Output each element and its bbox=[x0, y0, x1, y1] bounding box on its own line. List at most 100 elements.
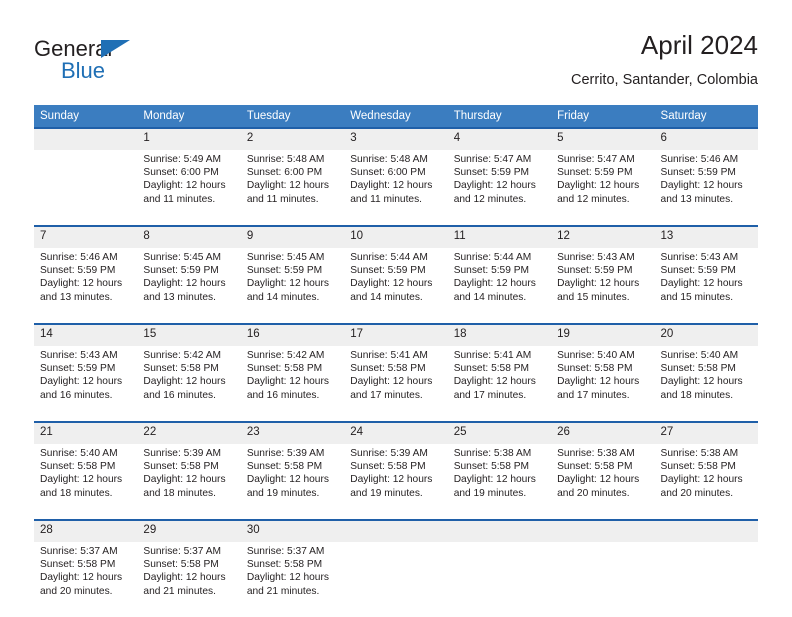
day-number[interactable]: 4 bbox=[447, 129, 552, 150]
day-cell: Sunrise: 5:37 AM Sunset: 5:58 PM Daylight:… bbox=[240, 542, 345, 617]
daylight-duration-line1: Daylight: 12 hours bbox=[40, 572, 123, 584]
daylight-duration-line2: and 21 minutes. bbox=[143, 585, 216, 597]
day-cell: Sunrise: 5:39 AM Sunset: 5:58 PM Daylight:… bbox=[137, 444, 241, 519]
daylight-duration-line1: Daylight: 12 hours bbox=[557, 376, 640, 388]
day-number[interactable]: 12 bbox=[551, 227, 655, 248]
day-cell: Sunrise: 5:44 AM Sunset: 5:59 PM Daylight:… bbox=[344, 248, 448, 323]
daylight-duration-line2: and 12 minutes. bbox=[453, 193, 527, 205]
daylight-duration-line1: Daylight: 12 hours bbox=[660, 180, 743, 192]
daylight-duration-line2: and 19 minutes. bbox=[246, 487, 320, 499]
daylight-duration-line2: and 20 minutes. bbox=[660, 487, 734, 499]
daylight-duration-line2: and 13 minutes. bbox=[143, 291, 216, 303]
day-number[interactable]: 1 bbox=[137, 129, 241, 150]
day-number[interactable]: 30 bbox=[240, 521, 345, 542]
page-title: April 2024 bbox=[640, 30, 758, 60]
sunset-time: Sunset: 5:58 PM bbox=[557, 461, 633, 473]
daylight-duration-line2: and 18 minutes. bbox=[660, 389, 734, 401]
week-daynumber-row: 14 15 16 17 18 19 20 bbox=[34, 325, 758, 346]
location-subtitle: Cerrito, Santander, Colombia bbox=[571, 72, 758, 88]
daylight-duration-line2: and 14 minutes. bbox=[453, 291, 527, 303]
day-number-empty bbox=[654, 521, 758, 542]
day-number[interactable]: 7 bbox=[34, 227, 138, 248]
day-number[interactable]: 13 bbox=[654, 227, 758, 248]
day-number[interactable]: 26 bbox=[551, 423, 655, 444]
day-number-empty bbox=[344, 521, 448, 542]
sunset-time: Sunset: 5:58 PM bbox=[246, 461, 323, 473]
day-number[interactable]: 19 bbox=[551, 325, 655, 346]
day-number[interactable]: 18 bbox=[447, 325, 552, 346]
sunset-time: Sunset: 5:59 PM bbox=[557, 265, 633, 277]
day-cell-empty bbox=[344, 542, 448, 617]
daylight-duration-line1: Daylight: 12 hours bbox=[453, 180, 536, 192]
day-cell: Sunrise: 5:38 AM Sunset: 5:58 PM Daylight:… bbox=[447, 444, 552, 519]
day-cell: Sunrise: 5:42 AM Sunset: 5:58 PM Daylight:… bbox=[137, 346, 241, 421]
day-number[interactable]: 20 bbox=[654, 325, 758, 346]
general-blue-logo[interactable]: General Blue bbox=[34, 36, 234, 92]
day-number-empty bbox=[551, 521, 655, 542]
daylight-duration-line1: Daylight: 12 hours bbox=[660, 278, 743, 290]
daylight-duration-line1: Daylight: 12 hours bbox=[246, 180, 329, 192]
sunset-time: Sunset: 6:00 PM bbox=[143, 167, 219, 179]
day-cell-empty bbox=[551, 542, 655, 617]
daylight-duration-line2: and 16 minutes. bbox=[143, 389, 216, 401]
sunrise-time: Sunrise: 5:45 AM bbox=[143, 252, 222, 263]
sunset-time: Sunset: 5:59 PM bbox=[246, 265, 323, 277]
sunrise-time: Sunrise: 5:40 AM bbox=[660, 350, 739, 361]
day-cell: Sunrise: 5:46 AM Sunset: 5:59 PM Daylight:… bbox=[654, 150, 758, 225]
day-number[interactable]: 2 bbox=[240, 129, 345, 150]
day-number[interactable]: 5 bbox=[551, 129, 655, 150]
week-info-row: Sunrise: 5:37 AM Sunset: 5:58 PM Daylight:… bbox=[34, 542, 758, 617]
daylight-duration-line1: Daylight: 12 hours bbox=[246, 278, 329, 290]
day-number[interactable]: 29 bbox=[137, 521, 241, 542]
day-number[interactable]: 14 bbox=[34, 325, 138, 346]
day-number[interactable]: 23 bbox=[240, 423, 345, 444]
day-number[interactable]: 6 bbox=[654, 129, 758, 150]
day-number[interactable]: 27 bbox=[654, 423, 758, 444]
day-number[interactable]: 25 bbox=[447, 423, 552, 444]
sunset-time: Sunset: 5:58 PM bbox=[143, 363, 219, 375]
sunset-time: Sunset: 5:59 PM bbox=[40, 265, 116, 277]
daylight-duration-line1: Daylight: 12 hours bbox=[453, 376, 536, 388]
day-number[interactable]: 8 bbox=[137, 227, 241, 248]
day-number[interactable]: 21 bbox=[34, 423, 138, 444]
sunset-time: Sunset: 5:58 PM bbox=[453, 461, 530, 473]
logo-triangle-icon bbox=[101, 40, 130, 58]
daylight-duration-line2: and 16 minutes. bbox=[40, 389, 113, 401]
sunset-time: Sunset: 5:58 PM bbox=[40, 461, 116, 473]
sunrise-time: Sunrise: 5:42 AM bbox=[143, 350, 222, 361]
daylight-duration-line1: Daylight: 12 hours bbox=[453, 474, 536, 486]
daylight-duration-line2: and 17 minutes. bbox=[350, 389, 423, 401]
day-number[interactable]: 24 bbox=[344, 423, 448, 444]
sunrise-time: Sunrise: 5:39 AM bbox=[143, 448, 222, 459]
day-number[interactable]: 28 bbox=[34, 521, 138, 542]
daylight-duration-line2: and 16 minutes. bbox=[246, 389, 320, 401]
day-cell: Sunrise: 5:40 AM Sunset: 5:58 PM Daylight:… bbox=[654, 346, 758, 421]
day-number[interactable]: 3 bbox=[344, 129, 448, 150]
daylight-duration-line2: and 18 minutes. bbox=[40, 487, 113, 499]
daylight-duration-line1: Daylight: 12 hours bbox=[350, 376, 433, 388]
day-number[interactable]: 17 bbox=[344, 325, 448, 346]
daylight-duration-line2: and 13 minutes. bbox=[40, 291, 113, 303]
weekday-header-sunday: Sunday bbox=[34, 105, 138, 127]
day-number[interactable]: 10 bbox=[344, 227, 448, 248]
daylight-duration-line2: and 20 minutes. bbox=[40, 585, 113, 597]
daylight-duration-line2: and 13 minutes. bbox=[660, 193, 734, 205]
daylight-duration-line1: Daylight: 12 hours bbox=[557, 180, 640, 192]
day-number[interactable]: 22 bbox=[137, 423, 241, 444]
sunrise-time: Sunrise: 5:37 AM bbox=[40, 546, 118, 557]
daylight-duration-line1: Daylight: 12 hours bbox=[143, 278, 226, 290]
day-number[interactable]: 11 bbox=[447, 227, 552, 248]
day-number[interactable]: 15 bbox=[137, 325, 241, 346]
daylight-duration-line1: Daylight: 12 hours bbox=[557, 278, 640, 290]
week-daynumber-row: 7 8 9 10 11 12 13 bbox=[34, 227, 758, 248]
sunset-time: Sunset: 5:59 PM bbox=[453, 265, 530, 277]
daylight-duration-line2: and 11 minutes. bbox=[350, 193, 423, 205]
daylight-duration-line1: Daylight: 12 hours bbox=[143, 180, 226, 192]
sunrise-time: Sunrise: 5:38 AM bbox=[557, 448, 635, 459]
sunrise-time: Sunrise: 5:40 AM bbox=[40, 448, 118, 459]
day-number[interactable]: 9 bbox=[240, 227, 345, 248]
week-info-row: Sunrise: 5:43 AM Sunset: 5:59 PM Daylight:… bbox=[34, 346, 758, 421]
sunrise-time: Sunrise: 5:38 AM bbox=[453, 448, 532, 459]
sunrise-time: Sunrise: 5:46 AM bbox=[660, 154, 739, 165]
day-number[interactable]: 16 bbox=[240, 325, 345, 346]
